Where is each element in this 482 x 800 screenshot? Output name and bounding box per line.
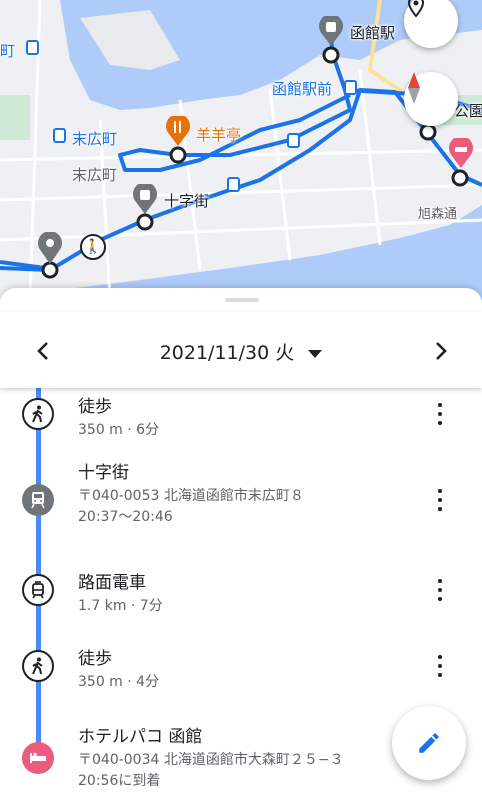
date-label: 2021/11/30 火 xyxy=(159,342,295,364)
walk-icon xyxy=(22,650,54,682)
more-options-button[interactable] xyxy=(430,486,450,514)
item-subtitle: 350 m · 6分 xyxy=(78,422,160,438)
tram-stop-icon xyxy=(344,80,357,95)
compass-icon xyxy=(408,72,420,104)
map-label-asahimoridori: 旭森通 xyxy=(418,207,458,222)
tram-icon xyxy=(22,574,54,606)
more-options-button[interactable] xyxy=(430,652,450,680)
item-subtitle: 1.7 km · 7分 xyxy=(78,598,163,614)
date-bar: 2021/11/30 火 xyxy=(0,312,482,388)
item-subtitle: 350 m · 4分 xyxy=(78,674,160,690)
next-day-button[interactable] xyxy=(426,336,456,366)
item-title: ホテルパコ 函館 xyxy=(78,727,203,747)
item-title: 路面電車 xyxy=(78,573,146,593)
timeline-route-line xyxy=(36,388,41,748)
item-arrival: 20:56に到着 xyxy=(78,773,161,789)
compass-button[interactable] xyxy=(404,72,458,126)
walk-icon xyxy=(22,398,54,430)
more-options-button[interactable] xyxy=(430,400,450,428)
edit-button[interactable] xyxy=(392,706,466,780)
tram-stop-icon xyxy=(53,128,66,143)
map-label-station-front: 函館駅前 xyxy=(272,80,333,98)
drag-handle[interactable] xyxy=(225,298,259,302)
map-label-restaurant: 羊羊亭 xyxy=(196,126,242,144)
map-label-suehirocho-area: 末広町 xyxy=(72,166,118,184)
map-canvas xyxy=(0,0,482,300)
item-address: 〒040-0034 北海道函館市大森町２５−３ xyxy=(78,752,344,768)
item-address: 〒040-0053 北海道函館市末広町８ xyxy=(78,488,304,504)
item-time: 20:37〜20:46 xyxy=(78,509,173,525)
item-title: 十字街 xyxy=(78,463,129,483)
map-label-left-edge: 町 xyxy=(0,42,16,60)
train-icon xyxy=(22,484,54,516)
chevron-right-icon xyxy=(436,342,447,360)
pin-icon xyxy=(407,0,425,18)
arrow-drop-down-icon xyxy=(308,349,323,358)
map-label-park: 公園 xyxy=(454,102,482,120)
tram-stop-icon xyxy=(26,40,39,55)
item-title: 徒歩 xyxy=(78,649,112,669)
date-selector[interactable]: 2021/11/30 火 xyxy=(0,338,482,365)
walk-icon: 🚶 xyxy=(80,234,106,260)
hotel-icon[interactable] xyxy=(448,138,474,168)
map-view[interactable]: 🚶 函館駅 函館駅前 末広町 末広町 羊羊亭 十字街 公園 旭森通 町 xyxy=(0,0,482,300)
restaurant-icon[interactable] xyxy=(165,116,191,146)
hotel-icon xyxy=(22,742,54,774)
map-label-station: 函館駅 xyxy=(350,24,396,42)
map-label-suehirocho-stop: 末広町 xyxy=(72,130,118,148)
train-icon[interactable] xyxy=(132,184,158,214)
train-icon[interactable] xyxy=(318,16,344,46)
more-options-button[interactable] xyxy=(430,576,450,604)
pin-icon[interactable] xyxy=(37,232,63,264)
map-label-jujigai: 十字街 xyxy=(164,192,210,210)
edit-pencil-icon xyxy=(419,733,439,753)
tram-stop-icon xyxy=(227,177,240,192)
tram-stop-icon xyxy=(287,133,300,148)
item-title: 徒歩 xyxy=(78,397,112,417)
